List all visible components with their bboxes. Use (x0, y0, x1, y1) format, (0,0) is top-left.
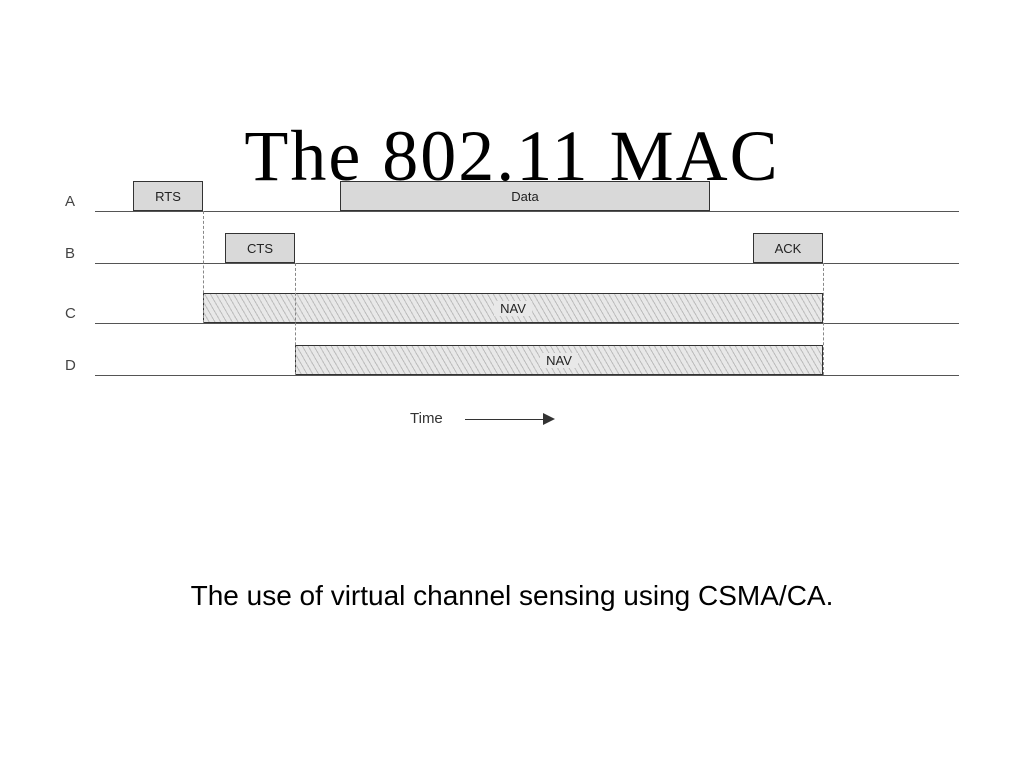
row-a: A RTS Data (65, 175, 959, 225)
timeline-c (95, 323, 959, 324)
time-arrow-line (465, 419, 545, 420)
rts-box: RTS (133, 181, 203, 211)
nav-label-d: NAV (540, 353, 578, 368)
row-label-d: D (65, 357, 76, 374)
time-arrow-head-icon (543, 413, 555, 425)
row-d: D NAV (65, 339, 959, 389)
timeline-d (95, 375, 959, 376)
dash-after-rts (203, 211, 204, 323)
timeline-b (95, 263, 959, 264)
row-label-a: A (65, 193, 75, 210)
row-c: C NAV (65, 287, 959, 337)
row-b: B CTS ACK (65, 227, 959, 277)
cts-box: CTS (225, 233, 295, 263)
data-box: Data (340, 181, 710, 211)
dash-after-ack (823, 263, 824, 375)
row-label-b: B (65, 245, 75, 262)
timeline-a (95, 211, 959, 212)
row-label-c: C (65, 305, 76, 322)
nav-box-c: NAV (203, 293, 823, 323)
time-axis-label: Time (410, 410, 443, 427)
dash-after-cts (295, 263, 296, 375)
timing-diagram: A RTS Data B CTS ACK C NAV D NAV Time (65, 175, 959, 455)
nav-box-d: NAV (295, 345, 823, 375)
ack-box: ACK (753, 233, 823, 263)
figure-caption: The use of virtual channel sensing using… (0, 580, 1024, 612)
nav-label-c: NAV (494, 301, 532, 316)
